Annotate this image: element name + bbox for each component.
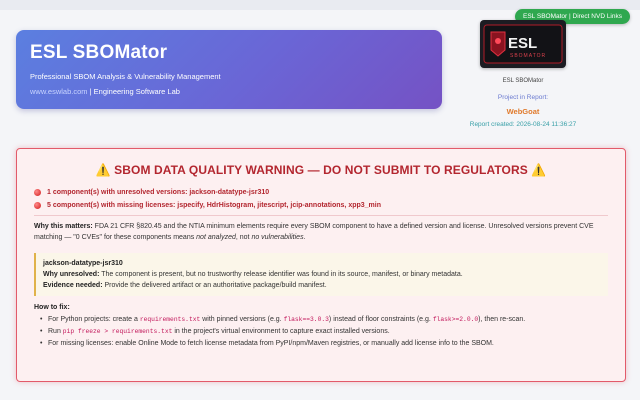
fix-list: For Python projects: create a requiremen…	[34, 315, 608, 348]
fix-text: with pinned versions (e.g.	[200, 316, 284, 323]
app-title: ESL SBOMator	[30, 42, 168, 63]
issue-item: 1 component(s) with unresolved versions:…	[34, 189, 608, 196]
project-name: WebGoat	[506, 107, 540, 116]
red-dot-icon	[34, 189, 41, 196]
evidence-text: Provide the delivered artifact or an aut…	[102, 282, 327, 289]
project-label: Project in Report:	[497, 94, 549, 101]
fix-text: Run	[48, 328, 63, 335]
component-name: jackson-datatype-jsr310	[43, 260, 123, 267]
fix-text: ), then re-scan.	[478, 316, 526, 323]
brand-name: ESL SBOMator	[502, 78, 544, 84]
evidence-label: Evidence needed:	[43, 282, 103, 289]
issue-text: 5 component(s) with missing licenses: js…	[47, 202, 381, 209]
brand-panel: ESL SBOMATOR ESL SBOMator Project in Rep…	[468, 20, 578, 128]
how-to-fix-label: How to fix:	[34, 304, 70, 311]
unresolved-reason: Why unresolved: The component is present…	[43, 269, 601, 280]
why-matters: Why this matters: FDA 21 CFR §820.45 and…	[34, 221, 608, 243]
why-emphasis: no vulnerabilities	[251, 234, 304, 241]
evidence-needed: Evidence needed: Provide the delivered a…	[43, 280, 601, 291]
logo-text: ESL	[508, 35, 537, 52]
report-created: Report created: 2026-08-24 11:36:27	[469, 121, 577, 128]
code-snippet: pip freeze > requirements.txt	[62, 328, 173, 335]
why-text: .	[303, 234, 306, 241]
fix-text: in the project's virtual environment to …	[172, 328, 390, 335]
warning-title-text: SBOM DATA QUALITY WARNING — DO NOT SUBMI…	[114, 163, 528, 177]
warning-title: ⚠️ SBOM DATA QUALITY WARNING — DO NOT SU…	[34, 163, 608, 177]
header-banner: ESL SBOMator Professional SBOM Analysis …	[16, 30, 442, 109]
issue-text: 1 component(s) with unresolved versions:…	[47, 189, 270, 196]
why-label: Why this matters:	[34, 223, 93, 230]
code-snippet: flask>=2.0.0	[432, 316, 479, 323]
app-subtitle: Professional SBOM Analysis & Vulnerabili…	[30, 72, 221, 81]
how-to-fix: How to fix: For Python projects: create …	[34, 304, 608, 348]
warning-icon: ⚠️	[95, 163, 111, 177]
fix-text: ) instead of floor constraints (e.g.	[328, 316, 433, 323]
code-snippet: flask==3.0.3	[283, 316, 329, 323]
why-emphasis: not analyzed	[196, 234, 236, 241]
website-link[interactable]: www.eswlab.com	[30, 87, 88, 96]
org-name: | Engineering Software Lab	[87, 87, 180, 96]
component-detail: jackson-datatype-jsr310 Why unresolved: …	[34, 253, 608, 296]
why-text: , not	[235, 234, 252, 241]
fix-item: Run pip freeze > requirements.txt in the…	[40, 327, 608, 336]
org-line: www.eswlab.com | Engineering Software La…	[30, 87, 428, 96]
red-dot-icon	[34, 202, 41, 209]
issue-item: 5 component(s) with missing licenses: js…	[34, 202, 608, 209]
fix-item: For missing licenses: enable Online Mode…	[40, 339, 608, 348]
unresolved-label: Why unresolved:	[43, 271, 100, 278]
data-quality-warning: ⚠️ SBOM DATA QUALITY WARNING — DO NOT SU…	[16, 148, 626, 382]
code-snippet: requirements.txt	[139, 316, 201, 323]
divider	[34, 215, 608, 216]
fix-text: For Python projects: create a	[48, 316, 140, 323]
logo-subtext: SBOMATOR	[510, 53, 546, 59]
esl-sbomator-logo: ESL SBOMATOR	[480, 20, 566, 68]
logo-graphic: ESL SBOMATOR	[483, 24, 563, 64]
warning-icon: ⚠️	[531, 163, 547, 177]
fix-item: For Python projects: create a requiremen…	[40, 315, 608, 324]
fix-text: For missing licenses: enable Online Mode…	[48, 340, 494, 347]
issue-list: 1 component(s) with unresolved versions:…	[34, 189, 608, 209]
why-text: FDA 21 CFR §820.45 and the NTIA minimum …	[34, 223, 594, 241]
unresolved-text: The component is present, but no trustwo…	[99, 271, 463, 278]
